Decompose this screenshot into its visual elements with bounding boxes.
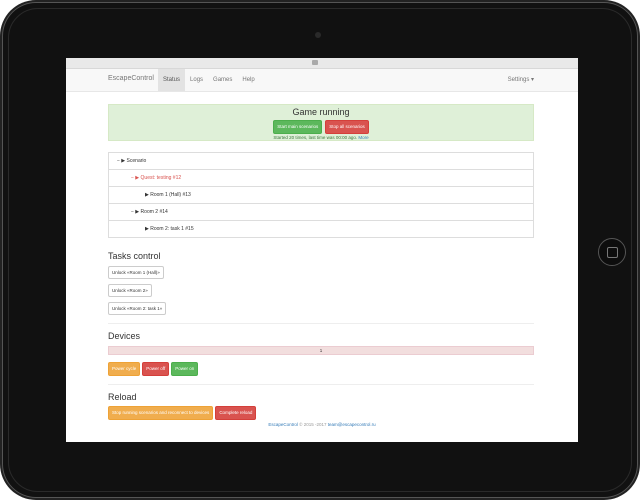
nav-logs[interactable]: Logs <box>185 69 208 91</box>
game-controls: Start main scenarios Stop all scenarios <box>109 120 533 134</box>
tasks-heading: Tasks control <box>108 251 161 261</box>
power-cycle-button[interactable]: Power cycle <box>108 362 141 376</box>
status-bar <box>66 58 578 69</box>
complete-reload-button[interactable]: Complete reload <box>215 406 257 420</box>
device-controls: Power cycle Power off Power on <box>108 362 534 376</box>
stop-and-reconnect-button[interactable]: Stop running scenarios and reconnect to … <box>108 406 214 420</box>
nav-games[interactable]: Games <box>208 69 237 91</box>
divider <box>108 323 534 324</box>
unlock-room2-task1-button[interactable]: Unlock «Room 2: task 1» <box>108 302 167 315</box>
power-on-button[interactable]: Power on <box>171 362 199 376</box>
devices-heading: Devices <box>108 331 141 341</box>
footer-years: © 2015 -2017 <box>299 422 327 427</box>
more-link[interactable]: More <box>358 135 368 140</box>
expand-toggle-icon[interactable]: ▶ <box>145 192 149 198</box>
lock-icon <box>312 60 318 65</box>
unlock-room2-button[interactable]: Unlock «Room 2» <box>108 284 152 297</box>
footer: EscapeControl © 2015 -2017 team@escapeco… <box>66 422 578 427</box>
game-status-banner: Game running Start main scenarios Stop a… <box>108 104 534 141</box>
scenario-tree-label: Room 1 (Hall) #13 <box>150 192 191 198</box>
settings-dropdown[interactable]: Settings ▾ <box>508 76 534 83</box>
game-status-title: Game running <box>292 107 350 117</box>
scenario-tree-label: Scenario <box>126 158 147 164</box>
power-off-button[interactable]: Power off <box>142 362 170 376</box>
devices-progress-bar: 1 <box>108 346 534 355</box>
camera-icon <box>315 32 321 38</box>
reload-controls: Stop running scenarios and reconnect to … <box>108 406 534 420</box>
expand-toggle-icon[interactable]: ▶ <box>145 226 149 232</box>
scenario-tree-row[interactable]: ▶ Room 1 (Hall) #13 <box>109 187 533 204</box>
scenario-tree-row[interactable]: − ▶ Room 2 #14 <box>109 204 533 221</box>
game-status-text: Started 20 times, last time was 00:00 ag… <box>273 135 358 140</box>
footer-brand-link[interactable]: EscapeControl <box>268 422 298 427</box>
nav-help[interactable]: Help <box>237 69 259 91</box>
scenario-tree-row[interactable]: − ▶ Quest: testing #12 <box>109 170 533 187</box>
game-status-info: Started 20 times, last time was 00:00 ag… <box>109 135 533 140</box>
scenario-tree: − ▶ Scenario − ▶ Quest: testing #12 ▶ Room… <box>108 152 534 238</box>
unlock-room1-button[interactable]: Unlock «Room 1 (Hall)» <box>108 266 164 279</box>
start-main-scenarios-button[interactable]: Start main scenarios <box>273 120 323 134</box>
navbar: EscapeControl Status Logs Games Help Set… <box>66 69 578 92</box>
home-button[interactable] <box>598 238 626 266</box>
screen: EscapeControl Status Logs Games Help Set… <box>66 58 578 442</box>
expand-toggle-icon[interactable]: − ▶ <box>131 175 139 181</box>
scenario-tree-label: Room 2: task 1 #15 <box>150 226 194 232</box>
tasks-list: Unlock «Room 1 (Hall)» Unlock «Room 2» U… <box>108 261 534 315</box>
main-content: Game running Start main scenarios Stop a… <box>108 104 534 420</box>
nav-menu: Status Logs Games Help <box>158 69 260 91</box>
divider <box>108 384 534 385</box>
stop-all-scenarios-button[interactable]: Stop all scenarios <box>325 120 369 134</box>
expand-toggle-icon[interactable]: − ▶ <box>117 158 125 164</box>
scenario-tree-label: Room 2 #14 <box>140 209 168 215</box>
scenario-tree-row[interactable]: − ▶ Scenario <box>109 153 533 170</box>
nav-status[interactable]: Status <box>158 69 186 91</box>
scenario-tree-row[interactable]: ▶ Room 2: task 1 #15 <box>109 221 533 237</box>
expand-toggle-icon[interactable]: − ▶ <box>131 209 139 215</box>
tablet-frame: EscapeControl Status Logs Games Help Set… <box>2 2 638 498</box>
footer-email-link[interactable]: team@escapecontrol.ru <box>328 422 376 427</box>
scenario-tree-label: Quest: testing #12 <box>140 175 182 181</box>
reload-heading: Reload <box>108 392 137 402</box>
brand-link[interactable]: EscapeControl <box>108 75 154 82</box>
